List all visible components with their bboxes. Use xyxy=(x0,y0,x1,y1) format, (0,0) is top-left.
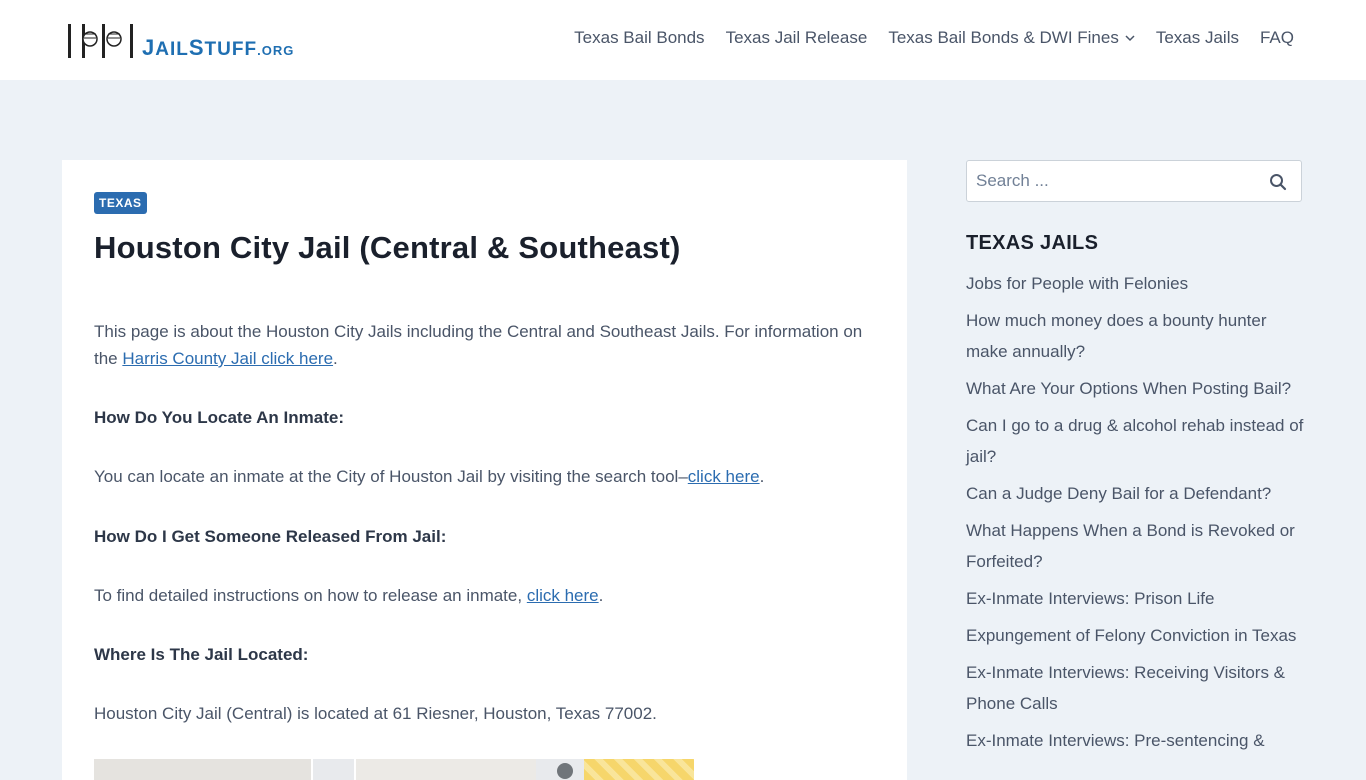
logo-wordmark: JAILSTUFF.ORG xyxy=(142,35,295,60)
nav-texas-jails[interactable]: Texas Jails xyxy=(1156,28,1239,48)
nav-texas-bail-bonds[interactable]: Texas Bail Bonds xyxy=(574,28,704,48)
sidebar-section-title: TEXAS JAILS xyxy=(966,232,1099,254)
locate-paragraph: You can locate an inmate at the City of … xyxy=(94,463,869,490)
intro-paragraph: This page is about the Houston City Jail… xyxy=(94,318,869,372)
sidebar-post-list: Jobs for People with Felonies How much m… xyxy=(966,268,1306,762)
page-title: Houston City Jail (Central & Southeast) xyxy=(94,230,681,265)
search-icon[interactable] xyxy=(1269,173,1287,191)
jail-bars-logo-icon xyxy=(66,22,136,60)
release-instructions-link[interactable]: click here xyxy=(527,586,599,605)
sidebar-post-link[interactable]: Can a Judge Deny Bail for a Defendant? xyxy=(966,478,1306,509)
nav-faq[interactable]: FAQ xyxy=(1260,28,1294,48)
nav-bail-bonds-dwi-fines-label: Texas Bail Bonds & DWI Fines xyxy=(888,28,1119,47)
sidebar-post-link[interactable]: Jobs for People with Felonies xyxy=(966,268,1306,299)
category-badge[interactable]: TEXAS xyxy=(94,192,147,214)
search-input[interactable] xyxy=(967,161,1247,201)
map-pin-icon xyxy=(557,763,573,779)
heading-locate-inmate: How Do You Locate An Inmate: xyxy=(94,408,344,427)
harris-county-jail-link[interactable]: Harris County Jail click here xyxy=(122,349,333,368)
map-highway xyxy=(584,759,694,780)
sidebar-post-link[interactable]: Ex-Inmate Interviews: Prison Life xyxy=(966,583,1306,614)
sidebar-post-link[interactable]: Can I go to a drug & alcohol rehab inste… xyxy=(966,410,1306,472)
locate-end: . xyxy=(759,467,765,486)
site-header: JAILSTUFF.ORG Texas Bail Bonds Texas Jai… xyxy=(0,0,1366,80)
release-text: To find detailed instructions on how to … xyxy=(94,586,527,605)
sidebar-post-link[interactable]: What Happens When a Bond is Revoked or F… xyxy=(966,515,1306,577)
sidebar-post-link[interactable]: How much money does a bounty hunter make… xyxy=(966,305,1306,367)
sidebar-post-link[interactable]: Ex-Inmate Interviews: Receiving Visitors… xyxy=(966,657,1306,719)
search-form xyxy=(966,160,1302,202)
heading-location: Where Is The Jail Located: xyxy=(94,645,309,664)
site-logo[interactable]: JAILSTUFF.ORG xyxy=(66,20,294,60)
nav-bail-bonds-dwi-fines[interactable]: Texas Bail Bonds & DWI Fines xyxy=(888,28,1135,48)
map-tile xyxy=(94,759,313,780)
locate-text: You can locate an inmate at the City of … xyxy=(94,467,688,486)
sidebar-post-link[interactable]: What Are Your Options When Posting Bail? xyxy=(966,373,1306,404)
heading-release: How Do I Get Someone Released From Jail: xyxy=(94,527,447,546)
intro-end: . xyxy=(333,349,338,368)
embedded-map[interactable] xyxy=(94,759,694,780)
release-end: . xyxy=(598,586,604,605)
sidebar-post-link[interactable]: Expungement of Felony Conviction in Texa… xyxy=(966,620,1306,651)
search-tool-link[interactable]: click here xyxy=(688,467,760,486)
map-tile xyxy=(354,759,536,780)
release-paragraph: To find detailed instructions on how to … xyxy=(94,582,869,609)
article-card: TEXAS Houston City Jail (Central & South… xyxy=(62,160,907,780)
chevron-down-icon xyxy=(1125,33,1135,45)
primary-nav: Texas Bail Bonds Texas Jail Release Texa… xyxy=(553,28,1294,48)
location-paragraph: Houston City Jail (Central) is located a… xyxy=(94,704,657,723)
sidebar-post-link[interactable]: Ex-Inmate Interviews: Pre-sentencing & xyxy=(966,725,1306,756)
nav-texas-jail-release[interactable]: Texas Jail Release xyxy=(726,28,868,48)
